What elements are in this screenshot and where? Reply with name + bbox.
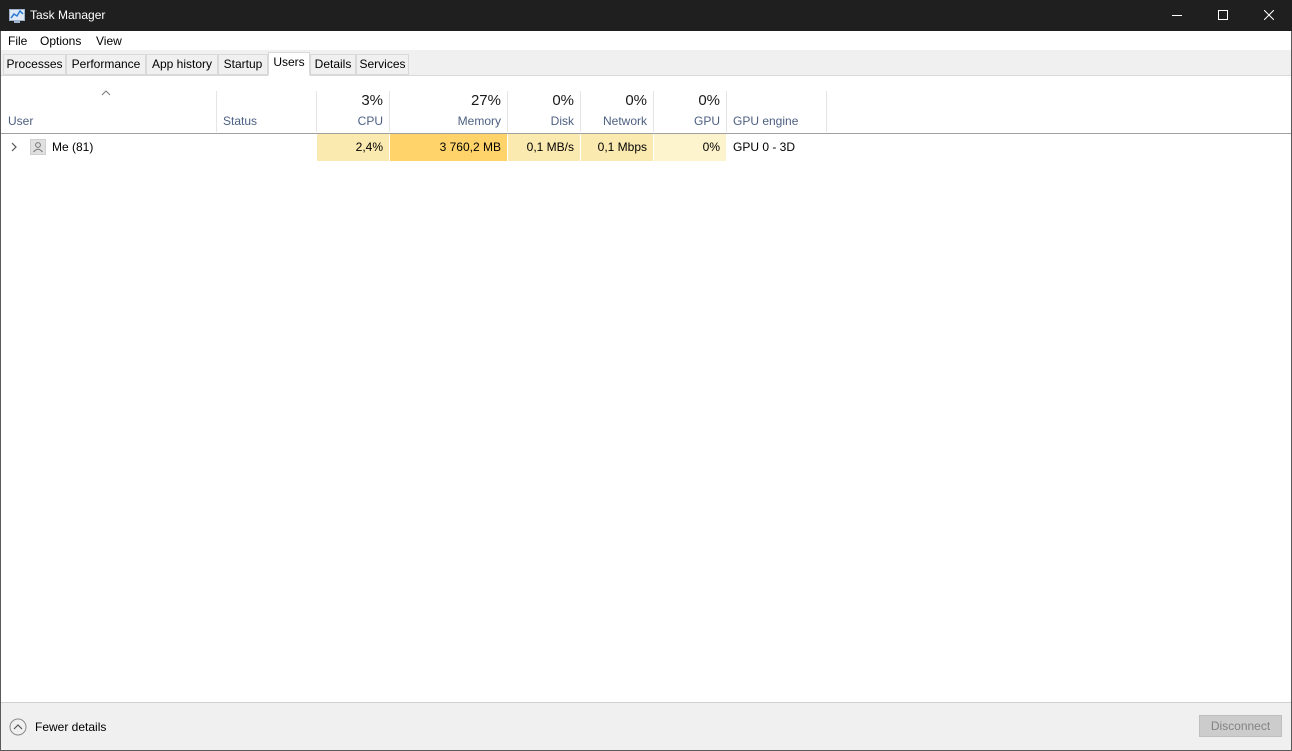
- column-divider[interactable]: [216, 91, 217, 132]
- column-network[interactable]: Network: [581, 114, 647, 128]
- menu-options[interactable]: Options: [40, 34, 81, 48]
- column-header: User Status 3% CPU 27% Memory 0% Disk 0%…: [0, 89, 1292, 134]
- column-gpu-engine[interactable]: GPU engine: [733, 114, 798, 128]
- window-title: Task Manager: [30, 8, 106, 22]
- column-memory[interactable]: Memory: [390, 114, 501, 128]
- cell-network: 0,1 Mbps: [581, 134, 653, 161]
- cell-gpu: 0%: [654, 134, 726, 161]
- cell-cpu: 2,4%: [317, 134, 389, 161]
- column-cpu[interactable]: CPU: [317, 114, 383, 128]
- tab-services[interactable]: Services: [356, 54, 409, 75]
- tab-startup[interactable]: Startup: [218, 54, 268, 75]
- disconnect-button[interactable]: Disconnect: [1199, 715, 1282, 737]
- task-manager-icon: [9, 9, 25, 23]
- minimize-icon: [1172, 15, 1182, 16]
- column-divider[interactable]: [726, 91, 727, 132]
- tab-app-history[interactable]: App history: [146, 54, 218, 75]
- sort-ascending-icon: [101, 90, 111, 96]
- chevron-up-circle-icon[interactable]: [9, 718, 27, 736]
- memory-total-percent: 27%: [470, 92, 501, 109]
- minimize-button[interactable]: [1154, 0, 1200, 31]
- user-avatar-icon: [30, 139, 46, 155]
- menu-file[interactable]: File: [8, 34, 27, 48]
- tab-processes[interactable]: Processes: [3, 54, 66, 75]
- column-divider[interactable]: [826, 91, 827, 132]
- cell-user: Me (81): [52, 140, 94, 154]
- network-total-percent: 0%: [625, 92, 647, 109]
- column-status[interactable]: Status: [223, 114, 257, 128]
- maximize-icon: [1218, 10, 1228, 20]
- disk-total-percent: 0%: [552, 92, 574, 109]
- cell-gpu-engine: GPU 0 - 3D: [733, 140, 796, 154]
- footer-bar: Fewer details Disconnect: [0, 702, 1292, 751]
- column-gpu[interactable]: GPU: [654, 114, 720, 128]
- tab-performance[interactable]: Performance: [66, 54, 146, 75]
- maximize-button[interactable]: [1200, 0, 1246, 31]
- menu-view[interactable]: View: [96, 34, 122, 48]
- tab-details[interactable]: Details: [310, 54, 356, 75]
- table-row[interactable]: Me (81) 2,4% 3 760,2 MB 0,1 MB/s 0,1 Mbp…: [0, 134, 1292, 161]
- menu-bar: File Options View: [0, 31, 1292, 50]
- cell-memory: 3 760,2 MB: [390, 134, 507, 161]
- cell-status: [223, 134, 313, 161]
- tab-strip: Processes Performance App history Startu…: [0, 50, 1292, 76]
- cell-disk: 0,1 MB/s: [508, 134, 580, 161]
- gpu-total-percent: 0%: [698, 92, 720, 109]
- title-bar: Task Manager: [0, 0, 1292, 31]
- column-disk[interactable]: Disk: [508, 114, 574, 128]
- cpu-total-percent: 3%: [361, 92, 383, 109]
- tab-users[interactable]: Users: [268, 52, 310, 76]
- chevron-right-icon[interactable]: [9, 142, 19, 152]
- fewer-details-link[interactable]: Fewer details: [35, 720, 106, 734]
- column-user[interactable]: User: [8, 114, 33, 128]
- close-button[interactable]: [1246, 0, 1292, 31]
- close-icon: [1264, 10, 1274, 20]
